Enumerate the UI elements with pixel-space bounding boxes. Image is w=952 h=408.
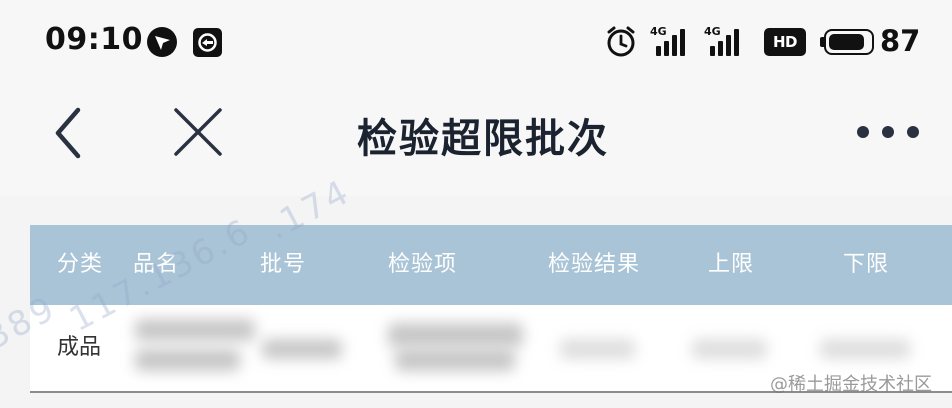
blurred-product-name: [135, 349, 240, 371]
column-header-lower-limit: 下限: [843, 252, 890, 277]
battery-percent: 87: [880, 24, 921, 58]
blurred-batch-no: [262, 339, 342, 359]
blurred-inspection-result: [560, 339, 635, 359]
blurred-inspection-item: [395, 349, 515, 371]
blurred-product-name: [135, 319, 255, 341]
signal-label: 4G: [704, 25, 721, 38]
hd-voice-icon: HD: [764, 28, 806, 56]
more-dots-icon[interactable]: [855, 124, 921, 140]
column-header-upper-limit: 上限: [708, 252, 755, 277]
blurred-lower-limit: [820, 339, 910, 359]
platform-watermark: @稀土掘金技术社区: [770, 374, 932, 395]
signal-4g-icon: 4G: [704, 26, 746, 58]
blurred-upper-limit: [692, 339, 767, 359]
alarm-icon: [604, 25, 638, 59]
column-header-inspection-item: 检验项: [388, 252, 458, 277]
column-header-inspection-result: 检验结果: [548, 252, 641, 277]
signal-4g-icon: 4G: [650, 26, 692, 58]
battery-fill: [829, 34, 864, 50]
page-title: 检验超限批次: [357, 116, 609, 162]
blurred-inspection-item: [388, 323, 523, 347]
app-square-icon: [193, 28, 222, 57]
signal-label: 4G: [650, 25, 667, 38]
battery-icon: [820, 29, 874, 55]
status-time: 09:10: [45, 22, 143, 57]
navigation-arrow-icon: [147, 27, 177, 57]
